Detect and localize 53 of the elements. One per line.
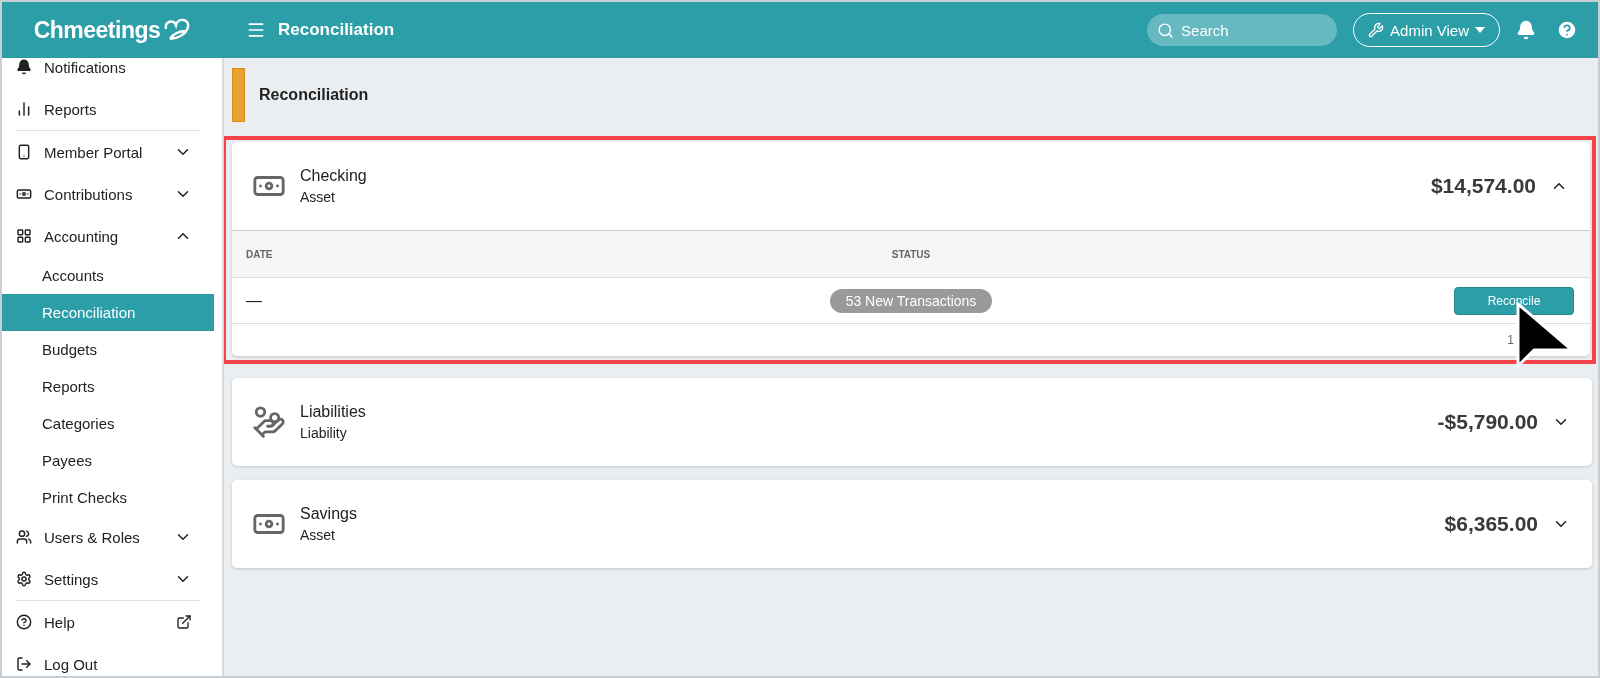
sidebar-item[interactable]: Log Out (2, 643, 214, 676)
sidebar-item[interactable]: Accounts (2, 257, 214, 294)
sidebar-item[interactable]: Notifications (2, 58, 214, 88)
chart-icon (16, 101, 32, 117)
pagination-text: 1 (1507, 333, 1514, 347)
account-name: Liabilities (300, 403, 367, 421)
sidebar-item[interactable]: Print Checks (2, 479, 214, 516)
hand-coin-icon (252, 405, 286, 439)
bell-icon (16, 59, 32, 75)
sidebar-item[interactable]: Contributions (2, 173, 214, 215)
sidebar-item[interactable]: Reports (2, 368, 214, 405)
settings-icon (16, 571, 32, 587)
sidebar-item[interactable]: Accounting (2, 215, 214, 257)
account-name: Savings (300, 505, 358, 523)
sidebar-item[interactable]: Settings (2, 558, 214, 600)
account-type: Liability (300, 425, 348, 441)
bell-icon[interactable] (1516, 20, 1536, 40)
column-header: STATUS (891, 248, 931, 260)
wrench-icon (1368, 22, 1385, 38)
date-cell-text: — (246, 291, 263, 310)
sidebar-item[interactable]: Categories (2, 405, 214, 442)
sidebar-item[interactable]: Member Portal (2, 131, 214, 173)
sidebar-item[interactable]: Help (2, 601, 214, 643)
sidebar-item[interactable]: Users & Roles (2, 516, 214, 558)
help-icon[interactable] (1556, 19, 1578, 41)
account-header[interactable]: Liabilities Liability -$5,790.00 (232, 378, 1592, 466)
account-type: Asset (300, 189, 336, 205)
banknote-icon (16, 186, 32, 202)
sidebar-item[interactable]: Reports (2, 88, 214, 130)
help-icon (16, 614, 32, 630)
account-name: Checking (300, 167, 368, 185)
account-balance: $14,574.00 (1430, 174, 1536, 198)
users-icon (16, 529, 32, 545)
status-pill: 53 New Transactions (829, 288, 993, 313)
phone-icon (16, 144, 32, 160)
column-header: DATE (246, 248, 273, 260)
accent-strip (232, 68, 245, 122)
account-header[interactable]: Checking Asset $14,574.00 (232, 142, 1590, 230)
menu-icon[interactable] (246, 20, 266, 40)
account-header[interactable]: Savings Asset $6,365.00 (232, 480, 1592, 568)
grid-icon (16, 228, 32, 244)
header-title: Reconciliation (278, 20, 395, 40)
caret-icon (1475, 27, 1485, 33)
search-icon (1157, 22, 1175, 39)
sidebar-item[interactable]: Budgets (2, 331, 214, 368)
external-link-icon (176, 614, 192, 630)
logout-icon (16, 656, 32, 672)
page-title: Reconciliation (259, 86, 369, 104)
brand-logo: Chmeetings (33, 16, 161, 44)
sidebar-item[interactable]: Payees (2, 442, 214, 479)
account-balance: $6,365.00 (1444, 512, 1538, 536)
account-balance: -$5,790.00 (1437, 410, 1538, 434)
account-type: Asset (300, 527, 336, 543)
